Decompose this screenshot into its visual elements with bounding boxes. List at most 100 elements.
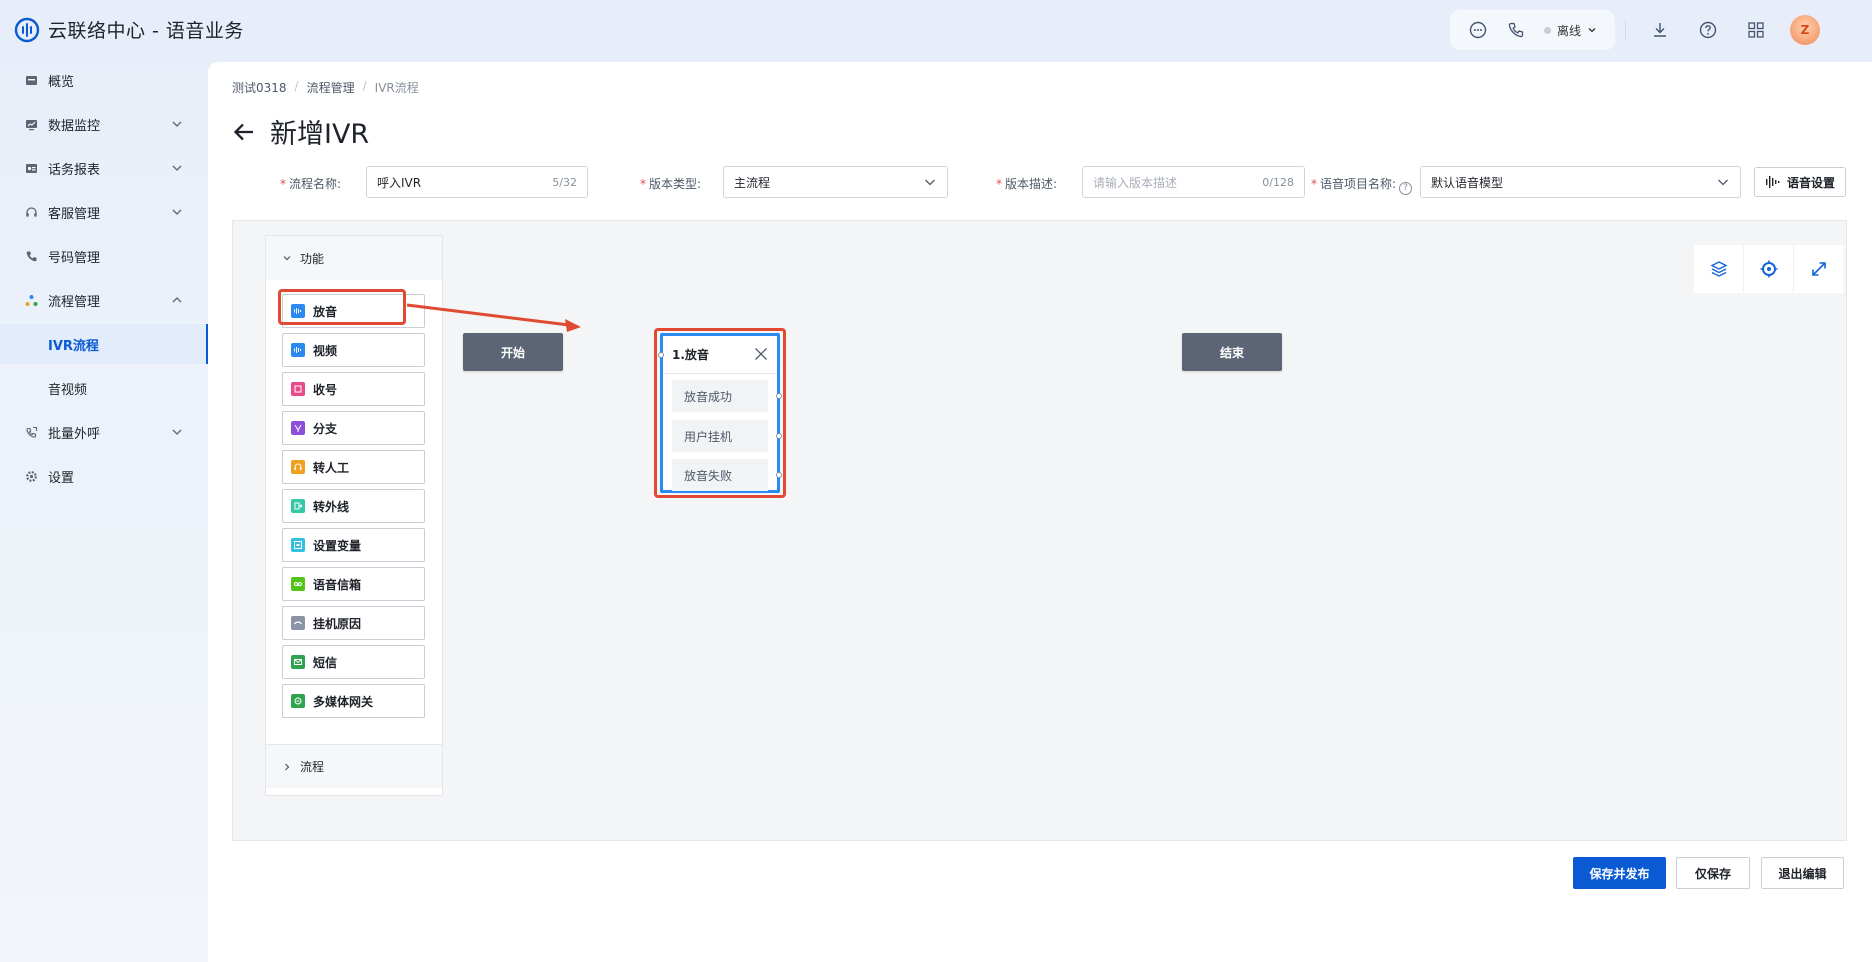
page-title: 新增IVR: [270, 119, 370, 150]
user-avatar[interactable]: Z: [1790, 15, 1821, 45]
download-icon[interactable]: [1650, 20, 1670, 40]
phone-icon: [24, 249, 38, 263]
branch-icon: [291, 421, 305, 435]
flow-name-input[interactable]: 呼入IVR 5/32: [366, 166, 588, 198]
palette-item-collect-digits[interactable]: 收号: [282, 372, 425, 406]
end-node[interactable]: 结束: [1182, 333, 1282, 371]
chevron-down-icon: [1588, 28, 1596, 33]
agent-status-dropdown[interactable]: 离线: [1544, 22, 1597, 39]
report-icon: [24, 161, 38, 175]
help-icon[interactable]: ?: [1399, 181, 1413, 195]
palette-item-video[interactable]: 视频: [282, 333, 425, 367]
char-counter: 5/32: [552, 175, 577, 189]
settings-icon: [24, 469, 38, 483]
sidebar-item-batch-outbound[interactable]: 批量外呼: [0, 412, 208, 452]
start-node-label: 开始: [500, 345, 525, 360]
save-only-button[interactable]: 仅保存: [1676, 857, 1750, 889]
flow-name-value: 呼入IVR: [377, 175, 422, 190]
sidebar-item-label: 数据监控: [48, 118, 101, 134]
palette-item-branch[interactable]: 分支: [282, 411, 425, 445]
fullscreen-icon[interactable]: [1794, 245, 1844, 293]
version-type-select[interactable]: 主流程: [723, 166, 948, 198]
top-tools: 离线 Z: [1450, 10, 1860, 50]
sms-icon: [291, 655, 305, 669]
page-header: 新增IVR: [232, 112, 369, 151]
back-arrow-icon[interactable]: [232, 120, 256, 144]
chevron-right-icon: [285, 763, 290, 770]
sidebar-item-ivr-flow[interactable]: IVR流程: [0, 324, 208, 364]
voice-settings-label: 语音设置: [1786, 175, 1835, 190]
exit-edit-button[interactable]: 退出编辑: [1761, 857, 1844, 889]
sidebar-item-audio-video[interactable]: 音视频: [0, 368, 208, 408]
flow-name-label: * 流程名称:: [280, 177, 342, 191]
palette-item-sms[interactable]: 短信: [282, 645, 425, 679]
char-counter: 0/128: [1262, 175, 1294, 189]
sidebar-item-label: 流程管理: [48, 294, 101, 310]
chevron-down-icon: [172, 429, 182, 435]
outbound-icon: [24, 425, 38, 439]
sidebar-item-settings[interactable]: 设置: [0, 456, 208, 496]
play-audio-node[interactable]: 1.放音 放音成功 用户挂机 放音失败: [658, 333, 782, 493]
branch-label: 放音失败: [684, 468, 733, 483]
branch-user-hangup[interactable]: 用户挂机: [672, 420, 768, 452]
voice-project-select[interactable]: 默认语音模型: [1420, 166, 1741, 198]
output-port[interactable]: [776, 472, 782, 478]
voice-project-value: 默认语音模型: [1431, 175, 1504, 190]
flow-canvas[interactable]: 功能 放音 视频 收号 分支 转人工 转外线 设置变量 语音信箱 挂机原因 短信…: [232, 220, 1847, 841]
avatar-initial: Z: [1800, 23, 1810, 37]
gateway-icon: [291, 694, 305, 708]
sidebar-item-label: 话务报表: [48, 162, 101, 178]
palette-item-set-variable[interactable]: 设置变量: [282, 528, 425, 562]
sidebar-item-agent-management[interactable]: 客服管理: [0, 192, 208, 232]
palette-item-play-audio[interactable]: 放音: [282, 294, 425, 328]
palette-item-label: 多媒体网关: [313, 694, 374, 709]
audio-wave-icon: [291, 304, 305, 318]
version-desc-label: * 版本描述:: [996, 177, 1058, 191]
sidebar-item-traffic-report[interactable]: 话务报表: [0, 148, 208, 188]
palette-item-voicemail[interactable]: 语音信箱: [282, 567, 425, 601]
phone-icon[interactable]: [1506, 20, 1526, 40]
help-icon[interactable]: [1698, 20, 1718, 40]
version-desc-input[interactable]: 请输入版本描述 0/128: [1082, 166, 1305, 198]
palette-item-label: 设置变量: [313, 538, 362, 553]
apps-grid-icon[interactable]: [1746, 20, 1766, 40]
locate-icon[interactable]: [1744, 245, 1794, 293]
flow-icon: [24, 293, 38, 307]
branch-play-success[interactable]: 放音成功: [672, 380, 768, 412]
chevron-down-icon: [172, 209, 182, 215]
palette-item-transfer-external[interactable]: 转外线: [282, 489, 425, 523]
branch-play-failed[interactable]: 放音失败: [672, 459, 768, 491]
start-node[interactable]: 开始: [463, 333, 563, 371]
chevron-up-icon: [172, 297, 182, 303]
voice-project-label: * 语音项目名称:?: [1311, 175, 1413, 195]
palette-item-media-gateway[interactable]: 多媒体网关: [282, 684, 425, 718]
sidebar-item-flow-management[interactable]: 流程管理: [0, 280, 208, 320]
sidebar-item-number-management[interactable]: 号码管理: [0, 236, 208, 276]
chat-icon[interactable]: [1468, 20, 1488, 40]
sidebar-item-label: 批量外呼: [48, 426, 101, 442]
save-and-publish-button[interactable]: 保存并发布: [1573, 857, 1666, 889]
monitor-icon: [24, 117, 38, 131]
palette-section-function[interactable]: 功能: [266, 236, 442, 280]
sidebar-item-data-monitor[interactable]: 数据监控: [0, 104, 208, 144]
output-port[interactable]: [776, 393, 782, 399]
breadcrumb-item[interactable]: 流程管理: [307, 79, 355, 96]
palette-item-transfer-agent[interactable]: 转人工: [282, 450, 425, 484]
output-port[interactable]: [776, 433, 782, 439]
layers-icon[interactable]: [1694, 245, 1744, 293]
app-title: 云联络中心 - 语音业务: [48, 20, 244, 42]
input-port[interactable]: [658, 352, 664, 358]
branch-label: 放音成功: [684, 389, 733, 404]
palette-item-label: 挂机原因: [313, 616, 362, 631]
headset-icon: [24, 205, 38, 219]
close-icon[interactable]: [754, 347, 768, 361]
palette-item-label: 转人工: [313, 460, 350, 475]
voice-settings-button[interactable]: 语音设置: [1754, 167, 1846, 197]
palette-item-hangup-reason[interactable]: 挂机原因: [282, 606, 425, 640]
breadcrumb-item[interactable]: 测试0318: [232, 79, 287, 96]
brand: 云联络中心 - 语音业务: [14, 16, 244, 43]
sidebar-item-label: 号码管理: [48, 250, 101, 266]
sidebar-item-overview[interactable]: 概览: [0, 60, 208, 100]
palette-section-flow[interactable]: 流程: [266, 744, 442, 788]
node-palette: 功能 放音 视频 收号 分支 转人工 转外线 设置变量 语音信箱 挂机原因 短信…: [265, 235, 443, 796]
